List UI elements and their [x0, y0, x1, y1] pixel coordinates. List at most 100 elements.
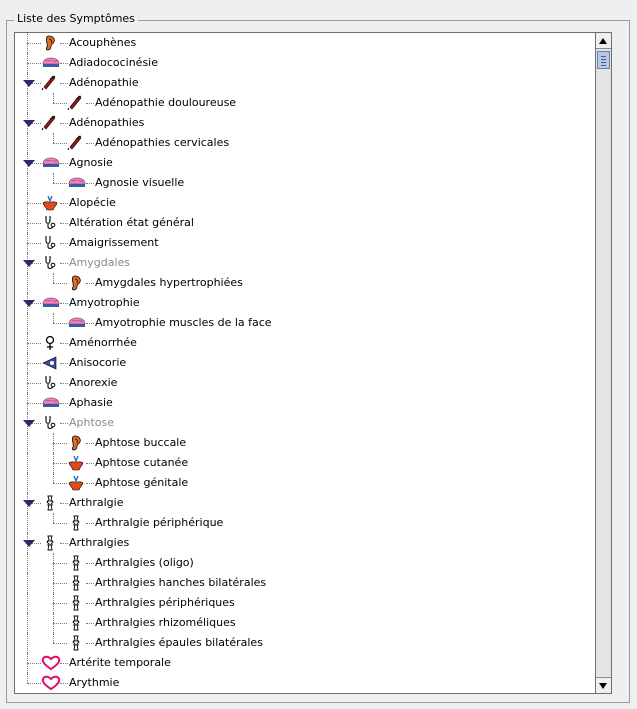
tree-connector	[60, 163, 68, 164]
tree-row[interactable]: Arthralgie	[15, 493, 611, 513]
tree-connector	[60, 423, 68, 424]
disclosure-triangle-icon[interactable]	[23, 160, 35, 167]
tree-connector	[86, 563, 94, 564]
tree-row[interactable]: Altération état général	[15, 213, 611, 233]
disclosure-triangle-icon[interactable]	[23, 260, 35, 267]
tree-connector	[27, 383, 41, 384]
tree-item-label: Arthralgies hanches bilatérales	[95, 576, 267, 589]
joint-icon	[67, 615, 85, 631]
tree-row[interactable]: Anisocorie	[15, 353, 611, 373]
tree-row[interactable]: Artérite temporale	[15, 653, 611, 673]
eye-icon	[41, 355, 59, 371]
syringe-icon	[67, 135, 85, 151]
disclosure-triangle-icon[interactable]	[23, 540, 35, 547]
tree-connector	[86, 103, 94, 104]
tree-connector	[53, 513, 54, 523]
tree-row[interactable]: Adénopathie douloureuse	[15, 93, 611, 113]
brain-icon	[41, 155, 60, 171]
tree-row[interactable]: Agnosie visuelle	[15, 173, 611, 193]
tree-connector	[27, 173, 28, 193]
symptom-tree-list[interactable]: Acouphènes Adiadococinésie Adénopathie Adén…	[14, 32, 612, 694]
ear-icon	[67, 275, 85, 291]
tree-connector	[53, 523, 67, 524]
tree-row[interactable]: Adénopathies	[15, 113, 611, 133]
tree-row[interactable]: Amyotrophie muscles de la face	[15, 313, 611, 333]
joint-icon	[41, 495, 59, 511]
tree-item-label: Adénopathie douloureuse	[95, 96, 237, 109]
tree-item-label: Adénopathies cervicales	[95, 136, 230, 149]
tree-row[interactable]: Adiadococinésie	[15, 53, 611, 73]
tree-connector	[27, 313, 28, 333]
tree-row[interactable]: Aphtose	[15, 413, 611, 433]
tree-row[interactable]: Amyotrophie	[15, 293, 611, 313]
tree-connector	[27, 573, 28, 593]
tree-item-label: Amyotrophie	[69, 296, 140, 309]
tree-connector	[60, 503, 68, 504]
tree-item-label: Alopécie	[69, 196, 116, 209]
disclosure-triangle-icon[interactable]	[23, 300, 35, 307]
tree-item-label: Adénopathies	[69, 116, 145, 129]
tree-row[interactable]: Arthralgie périphérique	[15, 513, 611, 533]
disclosure-triangle-icon[interactable]	[23, 80, 35, 87]
tree-connector	[53, 183, 67, 184]
tree-connector	[53, 93, 54, 103]
tree-row[interactable]: Arythmie	[15, 673, 611, 693]
tree-connector	[60, 243, 68, 244]
tree-row[interactable]: Arthralgies hanches bilatérales	[15, 573, 611, 593]
tree-item-label: Arythmie	[69, 676, 120, 689]
tree-item-label: Arthralgies (oligo)	[95, 556, 194, 569]
tree-row[interactable]: Aphtose buccale	[15, 433, 611, 453]
joint-icon	[67, 595, 85, 611]
tree-item-label: Amaigrissement	[69, 236, 159, 249]
tree-connector	[60, 43, 68, 44]
tree-connector	[86, 603, 94, 604]
tree-connector	[27, 93, 28, 113]
scroll-thumb[interactable]	[597, 51, 610, 69]
tree-connector	[53, 443, 67, 444]
tree-row[interactable]: Aphasie	[15, 393, 611, 413]
tree-connector	[27, 133, 28, 153]
ear-icon	[41, 35, 59, 51]
scroll-up-button[interactable]	[596, 33, 611, 49]
tree-row[interactable]: Amaigrissement	[15, 233, 611, 253]
tree-connector	[53, 473, 54, 483]
tree-row[interactable]: Anorexie	[15, 373, 611, 393]
tree-connector	[60, 403, 68, 404]
tree-row[interactable]: Agnosie	[15, 153, 611, 173]
tree-item-label: Arthralgie	[69, 496, 124, 509]
tree-row[interactable]: Aménorrhée	[15, 333, 611, 353]
tree-row[interactable]: Arthralgies (oligo)	[15, 553, 611, 573]
tree-item-label: Aphasie	[69, 396, 113, 409]
tree-connector	[53, 463, 67, 464]
disclosure-triangle-icon[interactable]	[23, 500, 35, 507]
tree-row[interactable]: Acouphènes	[15, 33, 611, 53]
tree-connector	[86, 283, 94, 284]
tree-item-label: Arthralgies	[69, 536, 130, 549]
tree-item-label: Aphtose génitale	[95, 476, 189, 489]
tree-connector	[53, 643, 67, 644]
tree-row[interactable]: Arthralgies	[15, 533, 611, 553]
tree-connector	[27, 63, 41, 64]
tree-connector	[86, 463, 94, 464]
tree-row[interactable]: Arthralgies rhizoméliques	[15, 613, 611, 633]
tree-connector	[27, 453, 28, 473]
tree-row[interactable]: Aphtose cutanée	[15, 453, 611, 473]
skin-icon	[67, 475, 85, 491]
tree-row[interactable]: Amygdales hypertrophiées	[15, 273, 611, 293]
vertical-scrollbar[interactable]	[595, 33, 611, 693]
disclosure-triangle-icon[interactable]	[23, 120, 35, 127]
tree-row[interactable]: Arthralgies périphériques	[15, 593, 611, 613]
tree-connector	[86, 483, 94, 484]
tree-connector	[60, 663, 68, 664]
tree-row[interactable]: Alopécie	[15, 193, 611, 213]
tree-row[interactable]: Adénopathies cervicales	[15, 133, 611, 153]
tree-row[interactable]: Arthralgies épaules bilatérales	[15, 633, 611, 653]
tree-connector	[27, 433, 28, 453]
tree-row[interactable]: Amygdales	[15, 253, 611, 273]
tree-row[interactable]: Aphtose génitale	[15, 473, 611, 493]
disclosure-triangle-icon[interactable]	[23, 420, 35, 427]
tree-connector	[86, 323, 94, 324]
arrow-up-icon	[599, 38, 607, 44]
scroll-down-button[interactable]	[596, 677, 611, 693]
tree-row[interactable]: Adénopathie	[15, 73, 611, 93]
